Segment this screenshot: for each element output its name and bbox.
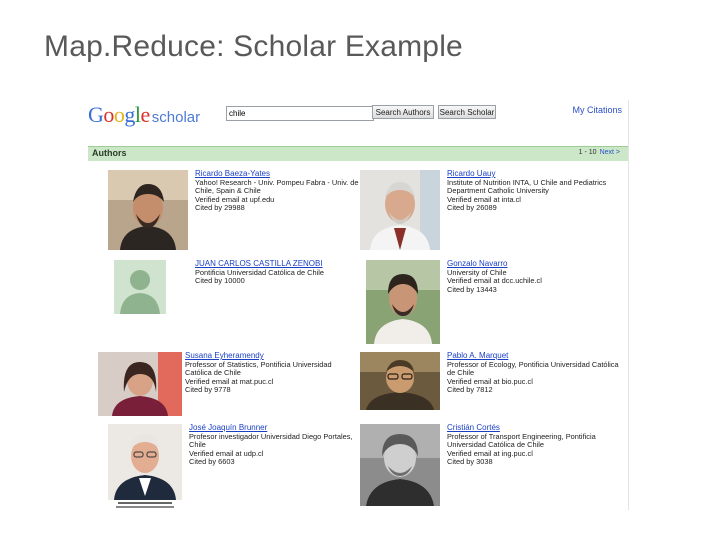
author-email: Verified email at dcc.uchile.cl bbox=[447, 277, 542, 286]
author-affiliation: Yahoo! Research - Univ. Pompeu Fabra - U… bbox=[195, 178, 359, 196]
authors-heading: Authors bbox=[92, 148, 127, 158]
author-card: Gonzalo Navarro University of Chile Veri… bbox=[366, 259, 628, 344]
author-name[interactable]: Cristián Cortés bbox=[447, 423, 622, 433]
search-authors-button[interactable]: Search Authors bbox=[372, 105, 434, 119]
author-affiliation: Professor of Statistics, Pontificia Univ… bbox=[185, 360, 332, 378]
author-name[interactable]: JUAN CARLOS CASTILLA ZENOBI bbox=[195, 259, 370, 269]
author-photo[interactable] bbox=[98, 352, 182, 416]
my-citations-link[interactable]: My Citations bbox=[572, 105, 622, 115]
author-name[interactable]: Ricardo Baeza-Yates bbox=[195, 169, 370, 179]
pagination: 1 - 10 Next > bbox=[579, 149, 620, 156]
author-cited-by[interactable]: Cited by 7812 bbox=[447, 386, 622, 395]
author-photo[interactable] bbox=[360, 170, 440, 250]
author-card: Ricardo Baeza-Yates Yahoo! Research - Un… bbox=[108, 169, 370, 254]
author-cited-by[interactable]: Cited by 13443 bbox=[447, 286, 622, 295]
author-email: Verified email at upf.edu bbox=[195, 195, 275, 204]
author-name[interactable]: Gonzalo Navarro bbox=[447, 259, 622, 269]
author-photo[interactable] bbox=[108, 170, 188, 250]
slide-title: Map.Reduce: Scholar Example bbox=[44, 30, 463, 63]
scholar-screenshot: Googlescholar Search Authors Search Scho… bbox=[88, 100, 629, 510]
author-affiliation: Professor of Transport Engineering, Pont… bbox=[447, 432, 596, 450]
author-department: Department Catholic University bbox=[447, 187, 549, 196]
author-affiliation: University of Chile bbox=[447, 268, 507, 277]
author-email: Verified email at bio.puc.cl bbox=[447, 377, 533, 386]
search-input[interactable] bbox=[226, 106, 374, 121]
author-affiliation: Institute of Nutrition INTA, U Chile and… bbox=[447, 178, 607, 187]
author-card: Cristián Cortés Professor of Transport E… bbox=[360, 423, 622, 508]
author-card: José Joaquín Brunner Profesor investigad… bbox=[108, 423, 370, 510]
author-email: Verified email at inta.cl bbox=[447, 195, 521, 204]
author-card: Ricardo Uauy Institute of Nutrition INTA… bbox=[360, 169, 622, 254]
search-scholar-button[interactable]: Search Scholar bbox=[438, 105, 496, 119]
author-email: Verified email at mat.puc.cl bbox=[185, 377, 274, 386]
author-photo[interactable] bbox=[360, 352, 440, 410]
author-affiliation: Pontificia Universidad Católica de Chile bbox=[195, 268, 324, 277]
author-photo[interactable] bbox=[360, 424, 440, 506]
author-affiliation: Professor of Ecology, Pontificia Univers… bbox=[447, 360, 619, 378]
author-name[interactable]: Ricardo Uauy bbox=[447, 169, 622, 179]
author-card: JUAN CARLOS CASTILLA ZENOBI Pontificia U… bbox=[114, 259, 376, 344]
google-wordmark: Google bbox=[88, 102, 150, 127]
author-name[interactable]: Susana Eyheramendy bbox=[185, 351, 360, 361]
authors-header-bar: Authors 1 - 10 Next > bbox=[88, 146, 628, 161]
author-email: Verified email at ing.puc.cl bbox=[447, 449, 533, 458]
author-cited-by[interactable]: Cited by 26089 bbox=[447, 204, 622, 213]
author-affiliation: Profesor investigador Universidad Diego … bbox=[189, 432, 353, 450]
author-cited-by[interactable]: Cited by 9778 bbox=[185, 386, 360, 395]
author-cited-by[interactable]: Cited by 29988 bbox=[195, 204, 370, 213]
author-photo-placeholder[interactable] bbox=[114, 260, 166, 314]
next-page-link[interactable]: Next > bbox=[600, 149, 620, 156]
scholar-wordmark: scholar bbox=[151, 109, 201, 126]
author-name[interactable]: Pablo A. Marquet bbox=[447, 351, 622, 361]
results-range: 1 - 10 bbox=[578, 149, 597, 156]
author-photo[interactable] bbox=[366, 260, 440, 344]
google-scholar-logo[interactable]: Google scholar bbox=[88, 102, 200, 130]
author-photo[interactable] bbox=[108, 424, 182, 510]
author-cited-by[interactable]: Cited by 6603 bbox=[189, 458, 364, 467]
author-email: Verified email at udp.cl bbox=[189, 449, 264, 458]
author-cited-by[interactable]: Cited by 10000 bbox=[195, 277, 370, 286]
author-cited-by[interactable]: Cited by 3038 bbox=[447, 458, 622, 467]
author-name[interactable]: José Joaquín Brunner bbox=[189, 423, 364, 433]
